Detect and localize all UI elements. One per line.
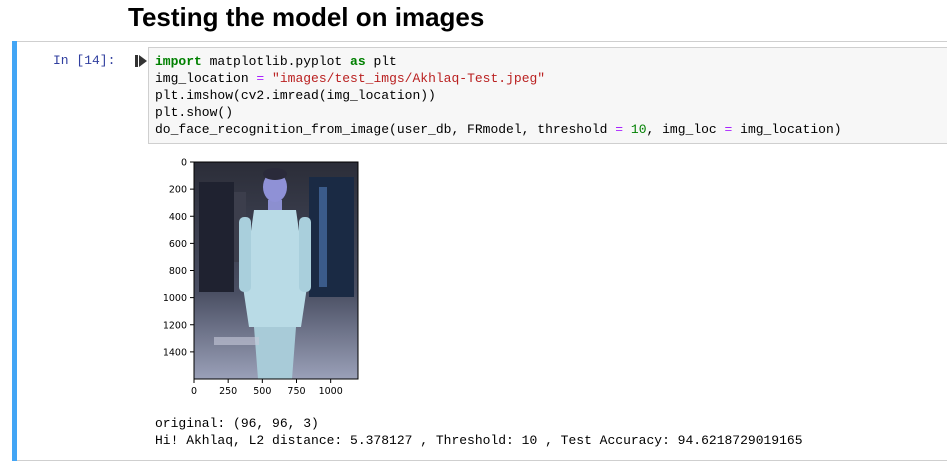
- y-tick-label: 600: [169, 239, 187, 250]
- output-line: Hi! Akhlaq, L2 distance: 5.378127 , Thre…: [155, 433, 803, 448]
- person-arm-right: [299, 217, 311, 292]
- person-arm-left: [239, 217, 251, 292]
- person-kameez: [243, 210, 307, 327]
- run-cell-icon[interactable]: [135, 55, 147, 67]
- section-heading: Testing the model on images: [128, 2, 485, 32]
- y-tick-label: 400: [169, 212, 187, 223]
- floor-reflection: [214, 337, 259, 345]
- cell-output: original: (96, 96, 3) Hi! Akhlaq, L2 dis…: [155, 415, 803, 449]
- code-token: , img_loc: [646, 122, 725, 137]
- code-token: plt: [365, 54, 397, 69]
- code-token: import: [155, 54, 202, 69]
- photo-door-left: [199, 182, 234, 292]
- x-tick-label: 750: [287, 386, 305, 397]
- output-line: original: (96, 96, 3): [155, 416, 319, 431]
- code-line: img_location = "images/test_imgs/Akhlaq-…: [155, 71, 545, 86]
- code-token: =: [615, 122, 624, 137]
- selected-cell-indicator: [12, 41, 17, 461]
- person-shalwar: [254, 327, 296, 379]
- photo-door-right: [309, 177, 354, 297]
- code-token: "images/test_imgs/Akhlaq-Test.jpeg": [272, 71, 546, 86]
- code-token: do_face_recognition_from_image(user_db, …: [155, 122, 616, 137]
- image-plot: 0 200 400 600 800 1000 1200 1400 0 250 500 750 1000: [163, 158, 359, 397]
- code-token: img_location): [732, 122, 842, 137]
- y-tick-label: 1400: [163, 347, 187, 358]
- y-tick-label: 800: [169, 266, 187, 277]
- code-editor[interactable]: import matplotlib.pyplot as plt img_loca…: [155, 53, 842, 138]
- code-token: 10: [630, 122, 647, 137]
- x-tick-label: 250: [219, 386, 237, 397]
- code-token: matplotlib.pyplot: [201, 54, 351, 69]
- x-tick-label: 500: [253, 386, 271, 397]
- y-tick-label: 0: [181, 158, 187, 169]
- code-token: as: [350, 54, 366, 69]
- y-tick-label: 1000: [163, 293, 187, 304]
- y-tick-label: 1200: [163, 320, 187, 331]
- photo-door-glass: [319, 187, 327, 287]
- y-tick-label: 200: [169, 185, 187, 196]
- code-line: plt.imshow(cv2.imread(img_location)): [155, 88, 436, 103]
- x-tick-label: 0: [191, 386, 197, 397]
- input-prompt: In [14]:: [53, 53, 116, 68]
- code-line: do_face_recognition_from_image(user_db, …: [155, 122, 842, 137]
- code-line: import matplotlib.pyplot as plt: [155, 54, 397, 69]
- code-line: plt.show(): [155, 105, 233, 120]
- person-hair: [263, 168, 287, 180]
- code-token: plt.show(): [155, 105, 234, 120]
- x-tick-label: 1000: [319, 386, 343, 397]
- code-token: plt.imshow(cv2.imread(img_location)): [155, 88, 436, 103]
- code-token: img_location: [155, 71, 257, 86]
